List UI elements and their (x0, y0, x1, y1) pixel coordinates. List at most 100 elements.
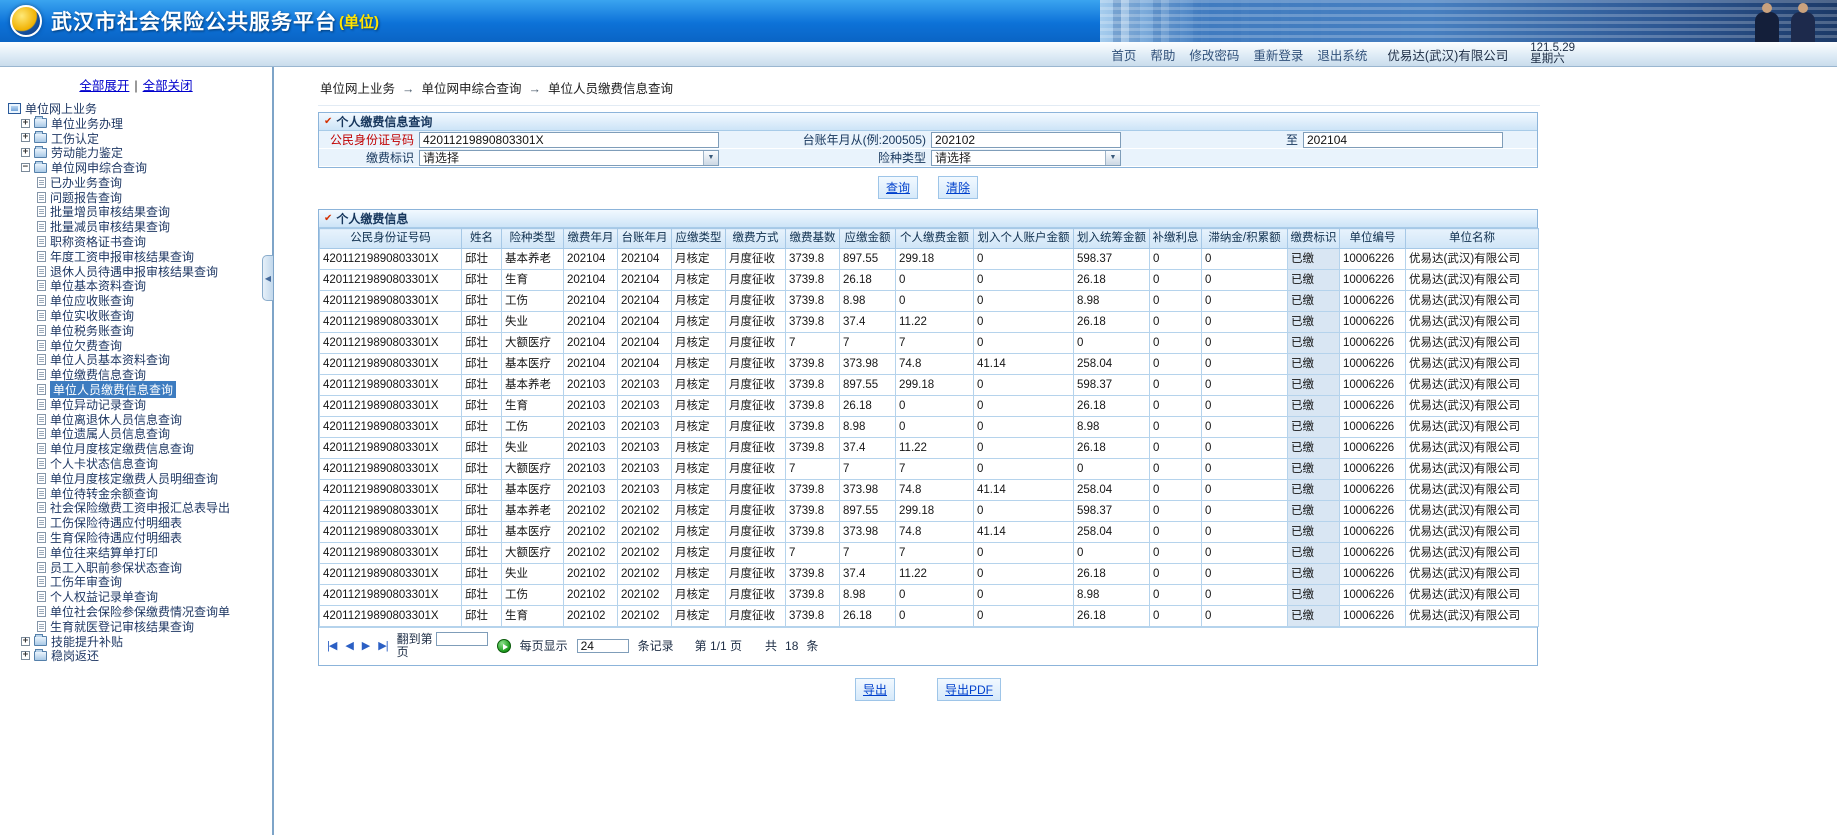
export-pdf-button[interactable]: 导出PDF (937, 678, 1002, 701)
table-row[interactable]: 42011219890803301X 邱壮 基本医疗 202103 202103 月核定月… (319, 479, 1539, 501)
sidebar-item[interactable]: 社会保险缴费工资申报汇总表导出 (6, 501, 272, 515)
sidebar-item[interactable]: + 技能提升补贴 (6, 634, 272, 649)
table-cell: 10006226 (1339, 311, 1406, 333)
table-row[interactable]: 42011219890803301X 邱壮 大额医疗 202102 202102 月核定月… (319, 542, 1539, 564)
nav-link[interactable]: 修改密码 (1189, 45, 1239, 64)
table-row[interactable]: 42011219890803301X 邱壮 基本养老 202103 202103 月核定月… (319, 374, 1539, 396)
sidebar-item[interactable]: 个人权益记录单查询 (6, 589, 272, 604)
go-page-button[interactable] (496, 638, 511, 653)
table-cell: 0 (1149, 542, 1202, 564)
expand-icon[interactable]: + (21, 148, 30, 158)
sidebar-item[interactable]: − 单位网申综合查询 (6, 160, 272, 175)
goto-page-input[interactable] (435, 632, 488, 646)
table-cell: 0 (1149, 605, 1202, 627)
sidebar-item[interactable]: 单位离退休人员信息查询 (6, 412, 272, 427)
id-input[interactable] (419, 131, 719, 148)
nav-link[interactable]: 帮助 (1150, 45, 1175, 64)
table-row[interactable]: 42011219890803301X 邱壮 工伤 202102 202102 月核定 月度征… (319, 584, 1539, 606)
collapse-icon[interactable]: − (21, 163, 30, 173)
sidebar-item[interactable]: 单位遗属人员信息查询 (6, 427, 272, 441)
month-from-input[interactable] (931, 131, 1121, 148)
expand-icon[interactable]: + (21, 636, 30, 646)
next-page-icon[interactable]: ▶ (362, 639, 371, 652)
clear-button[interactable]: 清除 (938, 176, 979, 199)
ins-type-select[interactable]: 请选择 ▼ (931, 149, 1121, 166)
sidebar-item[interactable]: 单位月度核定缴费信息查询 (6, 441, 272, 456)
sidebar-item[interactable]: + 工伤认定 (6, 130, 272, 146)
sidebar-item[interactable]: 批量减员审核结果查询 (6, 219, 272, 234)
sidebar-item[interactable]: 单位往来结算单打印 (6, 545, 272, 560)
sidebar-item[interactable]: 单位人员缴费信息查询 (6, 381, 272, 399)
table-row[interactable]: 42011219890803301X 邱壮 大额医疗 202104 202104 月核定月… (319, 332, 1539, 354)
sidebar-item[interactable]: 单位待转金余额查询 (6, 486, 272, 501)
expand-icon[interactable]: + (21, 133, 30, 143)
table-row[interactable]: 42011219890803301X 邱壮 失业 202103 202103 月核定 月度征… (319, 437, 1539, 459)
breadcrumb-item[interactable]: 单位人员缴费信息查询 (548, 82, 673, 96)
table-row[interactable]: 42011219890803301X 邱壮 生育 202104 202104 月核定 月度征… (319, 269, 1539, 291)
expand-all-link[interactable]: 全部展开 (79, 79, 129, 93)
sidebar-collapse-handle[interactable]: ◀ (262, 255, 273, 301)
expand-icon[interactable]: + (21, 651, 30, 661)
breadcrumb-item[interactable]: 单位网上业务 (320, 82, 395, 96)
sidebar-item[interactable]: 已办业务查询 (6, 175, 272, 190)
person-silhouette (1755, 3, 1779, 42)
table-row[interactable]: 42011219890803301X 邱壮 失业 202104 202104 月核定 月度征… (319, 311, 1539, 333)
sidebar-item[interactable]: 职称资格证书查询 (6, 234, 272, 249)
sidebar-item[interactable]: 单位实收账查询 (6, 308, 272, 323)
sidebar-item[interactable]: 年度工资申报审核结果查询 (6, 249, 272, 264)
breadcrumb-item[interactable]: 单位网申综合查询 (422, 82, 522, 96)
sidebar-item[interactable]: 个人卡状态信息查询 (6, 456, 272, 471)
first-page-icon[interactable]: |◀ (327, 639, 337, 652)
sidebar-item[interactable]: 单位应收账查询 (6, 293, 272, 308)
table-row[interactable]: 42011219890803301X 邱壮 基本养老 202102 202102 月核定月… (319, 500, 1539, 522)
table-row[interactable]: 42011219890803301X 邱壮 生育 202103 202103 月核定 月度征… (319, 395, 1539, 417)
table-row[interactable]: 42011219890803301X 邱壮 基本养老 202104 202104 月核定月… (319, 248, 1539, 270)
sidebar-item[interactable]: 员工入职前参保状态查询 (6, 560, 272, 575)
table-cell: 已缴 (1287, 500, 1340, 522)
table-row[interactable]: 42011219890803301X 邱壮 失业 202102 202102 月核定 月度征… (319, 563, 1539, 585)
sidebar-item[interactable]: + 劳动能力鉴定 (6, 145, 272, 160)
prev-page-icon[interactable]: ◀ (345, 639, 354, 652)
sidebar-item[interactable]: 单位欠费查询 (6, 338, 272, 353)
document-icon (37, 487, 46, 499)
pay-flag-select[interactable]: 请选择 ▼ (419, 149, 719, 166)
table-row[interactable]: 42011219890803301X 邱壮 工伤 202104 202104 月核定 月度征… (319, 290, 1539, 312)
table-row[interactable]: 42011219890803301X 邱壮 基本医疗 202104 202104 月核定月… (319, 353, 1539, 375)
sidebar-item[interactable]: + 稳岗返还 (6, 648, 272, 663)
table-cell: 已缴 (1287, 437, 1340, 459)
sidebar-item[interactable]: 单位基本资料查询 (6, 279, 272, 293)
goto-page-group: 翻到第 页 (397, 632, 488, 659)
sidebar-item[interactable]: 单位社会保险参保缴费情况查询单 (6, 604, 272, 619)
sidebar-item[interactable]: 工伤保险待遇应付明细表 (6, 515, 272, 530)
nav-link[interactable]: 重新登录 (1253, 45, 1303, 64)
sidebar-item[interactable]: 批量增员审核结果查询 (6, 205, 272, 219)
sidebar-item[interactable]: 生育保险待遇应付明细表 (6, 530, 272, 545)
sidebar-item[interactable]: 单位异动记录查询 (6, 397, 272, 412)
table-cell: 失业 (501, 563, 564, 585)
sidebar-item[interactable]: + 单位业务办理 (6, 116, 272, 131)
sidebar-item[interactable]: 单位人员基本资料查询 (6, 353, 272, 367)
collapse-all-link[interactable]: 全部关闭 (143, 79, 193, 93)
nav-link[interactable]: 退出系统 (1317, 45, 1367, 64)
table-cell: 10006226 (1339, 500, 1406, 522)
sidebar-item[interactable]: 单位税务账查询 (6, 323, 272, 338)
per-page-input[interactable] (576, 638, 629, 653)
nav-link[interactable]: 首页 (1111, 45, 1136, 64)
table-row[interactable]: 42011219890803301X 邱壮 工伤 202103 202103 月核定 月度征… (319, 416, 1539, 438)
sidebar-item[interactable]: 工伤年审查询 (6, 575, 272, 589)
table-row[interactable]: 42011219890803301X 邱壮 大额医疗 202103 202103 月核定月… (319, 458, 1539, 480)
export-button[interactable]: 导出 (854, 678, 895, 701)
sidebar-item[interactable]: 单位缴费信息查询 (6, 367, 272, 382)
sidebar-item[interactable]: 单位月度核定缴费人员明细查询 (6, 471, 272, 486)
month-to-input[interactable] (1303, 131, 1503, 148)
sidebar-item[interactable]: 生育就医登记审核结果查询 (6, 619, 272, 634)
table-cell: 299.18 (895, 248, 974, 270)
expand-icon[interactable]: + (21, 118, 30, 128)
search-button[interactable]: 查询 (877, 176, 918, 199)
table-row[interactable]: 42011219890803301X 邱壮 生育 202102 202102 月核定 月度征… (319, 605, 1539, 627)
sidebar-item[interactable]: 问题报告查询 (6, 190, 272, 205)
last-page-icon[interactable]: ▶| (378, 639, 388, 652)
table-row[interactable]: 42011219890803301X 邱壮 基本医疗 202102 202102 月核定月… (319, 521, 1539, 543)
sidebar-item[interactable]: 单位网上业务 (6, 101, 272, 116)
sidebar-item[interactable]: 退休人员待遇申报审核结果查询 (6, 264, 272, 279)
